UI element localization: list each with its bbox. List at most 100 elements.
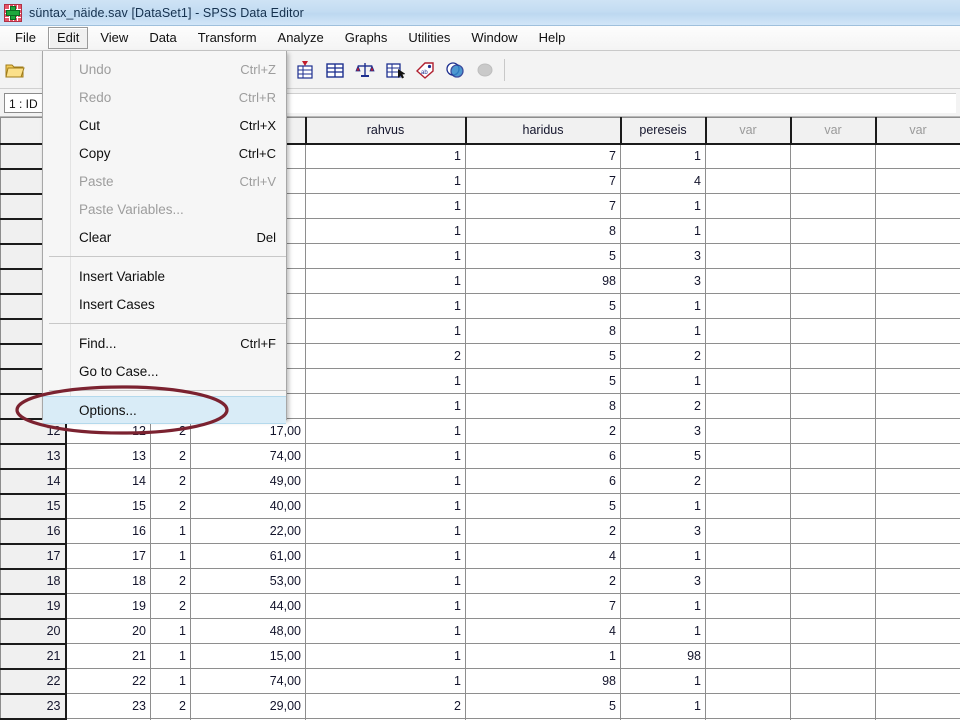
cell-pereseis[interactable]: 1 [620, 218, 706, 244]
cell-var-2[interactable] [790, 268, 876, 294]
cell-var-3[interactable] [875, 343, 960, 369]
menu-file[interactable]: File [6, 27, 45, 49]
table-row[interactable]: 20 20 1 48,00 1 4 1 [0, 618, 960, 645]
cell-sugu[interactable]: 2 [150, 568, 191, 594]
cell-var-3[interactable] [875, 518, 960, 544]
cell-var-3[interactable] [875, 668, 960, 694]
menu-item-find[interactable]: Find... Ctrl+F [43, 329, 286, 357]
menu-item-insert-cases[interactable]: Insert Cases [43, 290, 286, 318]
table-row[interactable]: 18 18 2 53,00 1 2 3 [0, 568, 960, 595]
cell-var-1[interactable] [705, 168, 791, 194]
cell-var-2[interactable] [790, 318, 876, 344]
row-header-cell[interactable]: 23 [0, 693, 67, 720]
cell-var-1[interactable] [705, 518, 791, 544]
cell-pereseis[interactable]: 1 [620, 143, 706, 169]
cell-var-3[interactable] [875, 393, 960, 419]
row-header-cell[interactable]: 16 [0, 518, 67, 545]
cell-var-2[interactable] [790, 443, 876, 469]
cell-var-3[interactable] [875, 643, 960, 669]
table-row[interactable]: 19 19 2 44,00 1 7 1 [0, 593, 960, 620]
cell-id[interactable]: 15 [65, 493, 151, 519]
header-column-var-3[interactable]: var [875, 117, 960, 145]
cell-var-3[interactable] [875, 193, 960, 219]
cell-var-3[interactable] [875, 368, 960, 394]
row-header-cell[interactable]: 18 [0, 568, 67, 595]
cell-var-1[interactable] [705, 268, 791, 294]
cell-pereseis[interactable]: 1 [620, 543, 706, 569]
cell-rahvus[interactable]: 1 [305, 268, 466, 294]
cell-vanus[interactable]: 74,00 [190, 443, 306, 469]
cell-vanus[interactable]: 22,00 [190, 518, 306, 544]
cell-sugu[interactable]: 2 [150, 443, 191, 469]
cell-rahvus[interactable]: 1 [305, 368, 466, 394]
cell-var-1[interactable] [705, 543, 791, 569]
cell-id[interactable]: 18 [65, 568, 151, 594]
cell-var-2[interactable] [790, 143, 876, 169]
cell-haridus[interactable]: 5 [465, 493, 621, 519]
cell-var-2[interactable] [790, 668, 876, 694]
cell-var-1[interactable] [705, 243, 791, 269]
cell-rahvus[interactable]: 1 [305, 443, 466, 469]
cell-rahvus[interactable]: 1 [305, 418, 466, 444]
cell-haridus[interactable]: 8 [465, 318, 621, 344]
cell-var-1[interactable] [705, 343, 791, 369]
cell-haridus[interactable]: 7 [465, 143, 621, 169]
menu-edit[interactable]: Edit [47, 27, 89, 49]
cell-var-3[interactable] [875, 543, 960, 569]
cell-haridus[interactable]: 8 [465, 218, 621, 244]
cell-var-3[interactable] [875, 218, 960, 244]
menu-window[interactable]: Window [462, 27, 526, 49]
weight-cases-icon[interactable] [352, 57, 378, 83]
cell-rahvus[interactable]: 1 [305, 218, 466, 244]
row-header-cell[interactable]: 20 [0, 618, 67, 645]
menu-item-go-to-case[interactable]: Go to Case... [43, 357, 286, 385]
cell-id[interactable]: 21 [65, 643, 151, 669]
row-header-cell[interactable]: 13 [0, 443, 67, 470]
cell-pereseis[interactable]: 1 [620, 318, 706, 344]
use-variable-sets-icon[interactable] [442, 57, 468, 83]
cell-haridus[interactable]: 5 [465, 693, 621, 719]
cell-var-2[interactable] [790, 468, 876, 494]
cell-id[interactable]: 22 [65, 668, 151, 694]
cell-rahvus[interactable]: 1 [305, 593, 466, 619]
cell-var-2[interactable] [790, 618, 876, 644]
cell-haridus[interactable]: 8 [465, 393, 621, 419]
cell-rahvus[interactable]: 1 [305, 643, 466, 669]
cell-rahvus[interactable]: 1 [305, 193, 466, 219]
cell-var-1[interactable] [705, 393, 791, 419]
table-row[interactable]: 23 23 2 29,00 2 5 1 [0, 693, 960, 720]
table-row[interactable]: 21 21 1 15,00 1 1 98 [0, 643, 960, 670]
cell-haridus[interactable]: 2 [465, 418, 621, 444]
menu-item-insert-variable[interactable]: Insert Variable [43, 262, 286, 290]
cell-var-2[interactable] [790, 543, 876, 569]
cell-vanus[interactable]: 48,00 [190, 618, 306, 644]
cell-haridus[interactable]: 6 [465, 468, 621, 494]
cell-haridus[interactable]: 7 [465, 593, 621, 619]
cell-sugu[interactable]: 2 [150, 468, 191, 494]
cell-vanus[interactable]: 40,00 [190, 493, 306, 519]
cell-haridus[interactable]: 4 [465, 543, 621, 569]
table-row[interactable]: 14 14 2 49,00 1 6 2 [0, 468, 960, 495]
cell-var-3[interactable] [875, 468, 960, 494]
cell-var-3[interactable] [875, 618, 960, 644]
cell-pereseis[interactable]: 1 [620, 618, 706, 644]
cell-var-2[interactable] [790, 643, 876, 669]
row-header-cell[interactable]: 17 [0, 543, 67, 570]
cell-var-3[interactable] [875, 293, 960, 319]
header-column-haridus[interactable]: haridus [465, 117, 622, 145]
cell-var-1[interactable] [705, 618, 791, 644]
cell-haridus[interactable]: 5 [465, 368, 621, 394]
cell-var-1[interactable] [705, 593, 791, 619]
cell-pereseis[interactable]: 1 [620, 293, 706, 319]
cell-var-2[interactable] [790, 593, 876, 619]
open-file-icon[interactable] [2, 57, 28, 83]
cell-var-2[interactable] [790, 168, 876, 194]
cell-rahvus[interactable]: 2 [305, 693, 466, 719]
cell-pereseis[interactable]: 1 [620, 193, 706, 219]
menu-item-cut[interactable]: Cut Ctrl+X [43, 111, 286, 139]
cell-vanus[interactable]: 29,00 [190, 693, 306, 719]
cell-rahvus[interactable]: 1 [305, 293, 466, 319]
cell-rahvus[interactable]: 1 [305, 168, 466, 194]
cell-var-1[interactable] [705, 443, 791, 469]
cell-var-2[interactable] [790, 693, 876, 719]
